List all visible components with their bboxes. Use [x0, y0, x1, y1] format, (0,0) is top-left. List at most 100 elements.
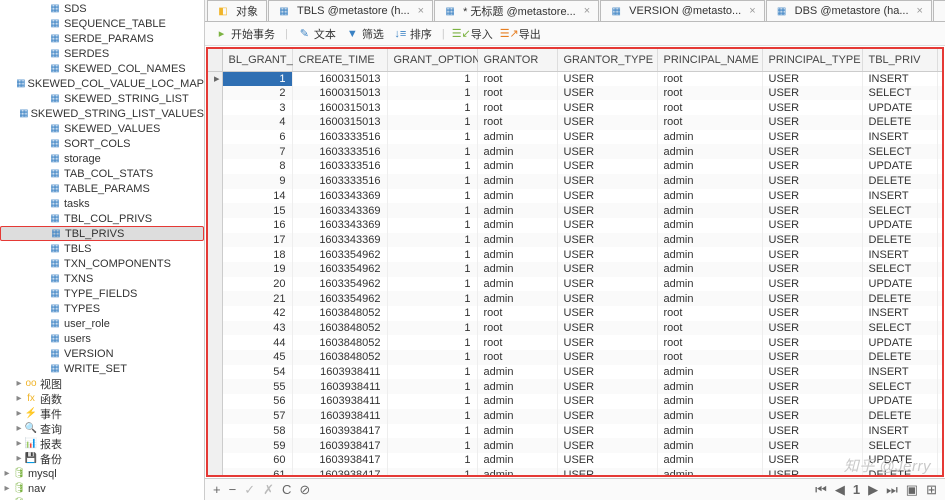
cell[interactable]: 43: [222, 321, 292, 336]
cell[interactable]: 1603938417: [292, 453, 387, 468]
cell[interactable]: 60: [222, 453, 292, 468]
cell[interactable]: USER: [762, 424, 862, 439]
last-page-button[interactable]: ⏭: [886, 482, 898, 498]
cell[interactable]: USER: [762, 189, 862, 204]
cell[interactable]: 1: [222, 71, 292, 86]
cell[interactable]: USER: [557, 306, 657, 321]
tree-item-SKEWED_STRING_LIST[interactable]: ▦ SKEWED_STRING_LIST: [0, 91, 204, 106]
cell[interactable]: DELETE: [862, 115, 937, 130]
cell[interactable]: 1: [387, 247, 477, 262]
cell[interactable]: 21: [222, 291, 292, 306]
cell[interactable]: admin: [657, 262, 762, 277]
cell[interactable]: 12456: [937, 468, 944, 477]
cell[interactable]: 10479: [937, 218, 944, 233]
cell[interactable]: 1603354962: [292, 247, 387, 262]
table-row[interactable]: 6116039384171adminUSERadminUSERDELETE124…: [208, 468, 944, 477]
cell[interactable]: 10444: [937, 159, 944, 174]
cell[interactable]: USER: [557, 233, 657, 248]
cell[interactable]: 1: [387, 100, 477, 115]
cell[interactable]: 4331: [937, 71, 944, 86]
cell[interactable]: admin: [477, 262, 557, 277]
cell[interactable]: 7: [222, 144, 292, 159]
begin-transaction-button[interactable]: ▸开始事务: [215, 26, 275, 42]
cell[interactable]: 10479: [937, 233, 944, 248]
cell[interactable]: 10518: [937, 291, 944, 306]
cell[interactable]: 1600315013: [292, 71, 387, 86]
cell[interactable]: 10444: [937, 144, 944, 159]
cell[interactable]: 1: [387, 394, 477, 409]
cell[interactable]: USER: [557, 86, 657, 101]
column-header-GRANTOR[interactable]: GRANTOR: [477, 49, 557, 71]
tree-item-SERDES[interactable]: ▦ SERDES: [0, 46, 204, 61]
cell[interactable]: admin: [657, 438, 762, 453]
cell[interactable]: root: [477, 335, 557, 350]
table-row[interactable]: 416003150131rootUSERrootUSERDELETE4331: [208, 115, 944, 130]
cell[interactable]: root: [657, 115, 762, 130]
tab-3[interactable]: ▦ VERSION @metasto... ×: [600, 0, 764, 21]
cell[interactable]: root: [477, 306, 557, 321]
cell[interactable]: 4331: [937, 115, 944, 130]
add-row-button[interactable]: +: [213, 482, 221, 497]
cell[interactable]: admin: [657, 291, 762, 306]
cell[interactable]: 1: [387, 218, 477, 233]
cell[interactable]: INSERT: [862, 71, 937, 86]
cell[interactable]: 17: [222, 233, 292, 248]
cell[interactable]: 1: [387, 277, 477, 292]
cell[interactable]: root: [477, 321, 557, 336]
cell[interactable]: admin: [477, 247, 557, 262]
cell[interactable]: 1: [387, 189, 477, 204]
tab-5[interactable]: ▦ DATABASE_PARAMS ... ×: [933, 0, 945, 21]
cell[interactable]: 12151: [937, 335, 944, 350]
cell[interactable]: 1: [387, 306, 477, 321]
cell[interactable]: 1603938411: [292, 365, 387, 380]
cell[interactable]: admin: [477, 379, 557, 394]
cell[interactable]: admin: [477, 438, 557, 453]
cell[interactable]: admin: [657, 424, 762, 439]
cell[interactable]: admin: [657, 130, 762, 145]
table-row[interactable]: 616033335161adminUSERadminUSERINSERT1044…: [208, 130, 944, 145]
tree-item-TYPE_FIELDS[interactable]: ▦ TYPE_FIELDS: [0, 286, 204, 301]
cell[interactable]: USER: [762, 291, 862, 306]
cell[interactable]: USER: [557, 71, 657, 86]
cell[interactable]: admin: [657, 468, 762, 477]
cell[interactable]: admin: [657, 189, 762, 204]
cell[interactable]: 4331: [937, 86, 944, 101]
cell[interactable]: UPDATE: [862, 277, 937, 292]
cell[interactable]: SELECT: [862, 86, 937, 101]
cell[interactable]: USER: [762, 321, 862, 336]
next-page-button[interactable]: ▶: [868, 482, 878, 498]
tree-item-SDS[interactable]: ▦ SDS: [0, 1, 204, 16]
tab-1[interactable]: ▦ TBLS @metastore (h... ×: [268, 0, 433, 21]
cell[interactable]: admin: [477, 203, 557, 218]
tree-item-TAB_COL_STATS[interactable]: ▦ TAB_COL_STATS: [0, 166, 204, 181]
tree-item-SKEWED_COL_NAMES[interactable]: ▦ SKEWED_COL_NAMES: [0, 61, 204, 76]
first-page-button[interactable]: ⏮: [815, 482, 827, 498]
cell[interactable]: admin: [657, 203, 762, 218]
cell[interactable]: root: [477, 350, 557, 365]
cell[interactable]: 10479: [937, 203, 944, 218]
cell[interactable]: DELETE: [862, 350, 937, 365]
cell[interactable]: UPDATE: [862, 218, 937, 233]
table-row[interactable]: 5816039384171adminUSERadminUSERINSERT124…: [208, 424, 944, 439]
cell[interactable]: admin: [477, 218, 557, 233]
cell[interactable]: root: [657, 321, 762, 336]
cell[interactable]: 1603333516: [292, 159, 387, 174]
cell[interactable]: admin: [657, 218, 762, 233]
cell[interactable]: 1603848052: [292, 350, 387, 365]
cell[interactable]: 8: [222, 159, 292, 174]
cell[interactable]: USER: [762, 174, 862, 189]
cell[interactable]: USER: [762, 100, 862, 115]
table-row[interactable]: 4416038480521rootUSERrootUSERUPDATE12151: [208, 335, 944, 350]
table-row[interactable]: 1516033433691adminUSERadminUSERSELECT104…: [208, 203, 944, 218]
cell[interactable]: INSERT: [862, 189, 937, 204]
cell[interactable]: USER: [762, 306, 862, 321]
cell[interactable]: INSERT: [862, 365, 937, 380]
cell[interactable]: USER: [762, 409, 862, 424]
cell[interactable]: admin: [477, 277, 557, 292]
table-row[interactable]: 5916039384171adminUSERadminUSERSELECT124…: [208, 438, 944, 453]
cell[interactable]: 1: [387, 409, 477, 424]
cell[interactable]: 10518: [937, 262, 944, 277]
cell[interactable]: SELECT: [862, 144, 937, 159]
cell[interactable]: 12455: [937, 409, 944, 424]
cell[interactable]: 10518: [937, 247, 944, 262]
